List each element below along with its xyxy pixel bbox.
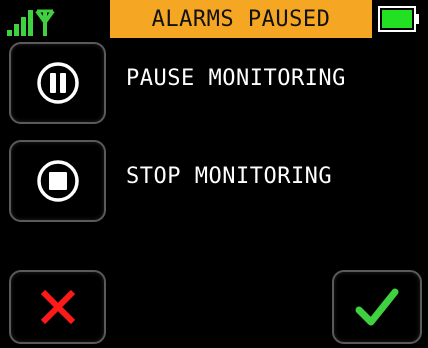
cancel-button[interactable] — [9, 270, 106, 344]
pause-monitoring-label: PAUSE MONITORING — [126, 66, 346, 91]
pause-monitoring-button[interactable] — [9, 42, 106, 124]
confirm-button[interactable] — [332, 270, 422, 344]
stop-circle-icon — [36, 160, 79, 202]
stop-monitoring-label: STOP MONITORING — [126, 164, 333, 189]
stop-monitoring-button[interactable] — [9, 140, 106, 222]
checkmark-icon — [355, 288, 399, 326]
close-icon — [40, 289, 75, 325]
banner-text: ALARMS PAUSED — [151, 6, 331, 32]
status-bar: ALARMS PAUSED — [0, 0, 428, 40]
alarms-paused-banner: ALARMS PAUSED — [110, 0, 372, 38]
pause-circle-icon — [36, 62, 79, 104]
battery-full-icon — [378, 6, 419, 32]
signal-bars-antenna-icon — [7, 9, 55, 36]
